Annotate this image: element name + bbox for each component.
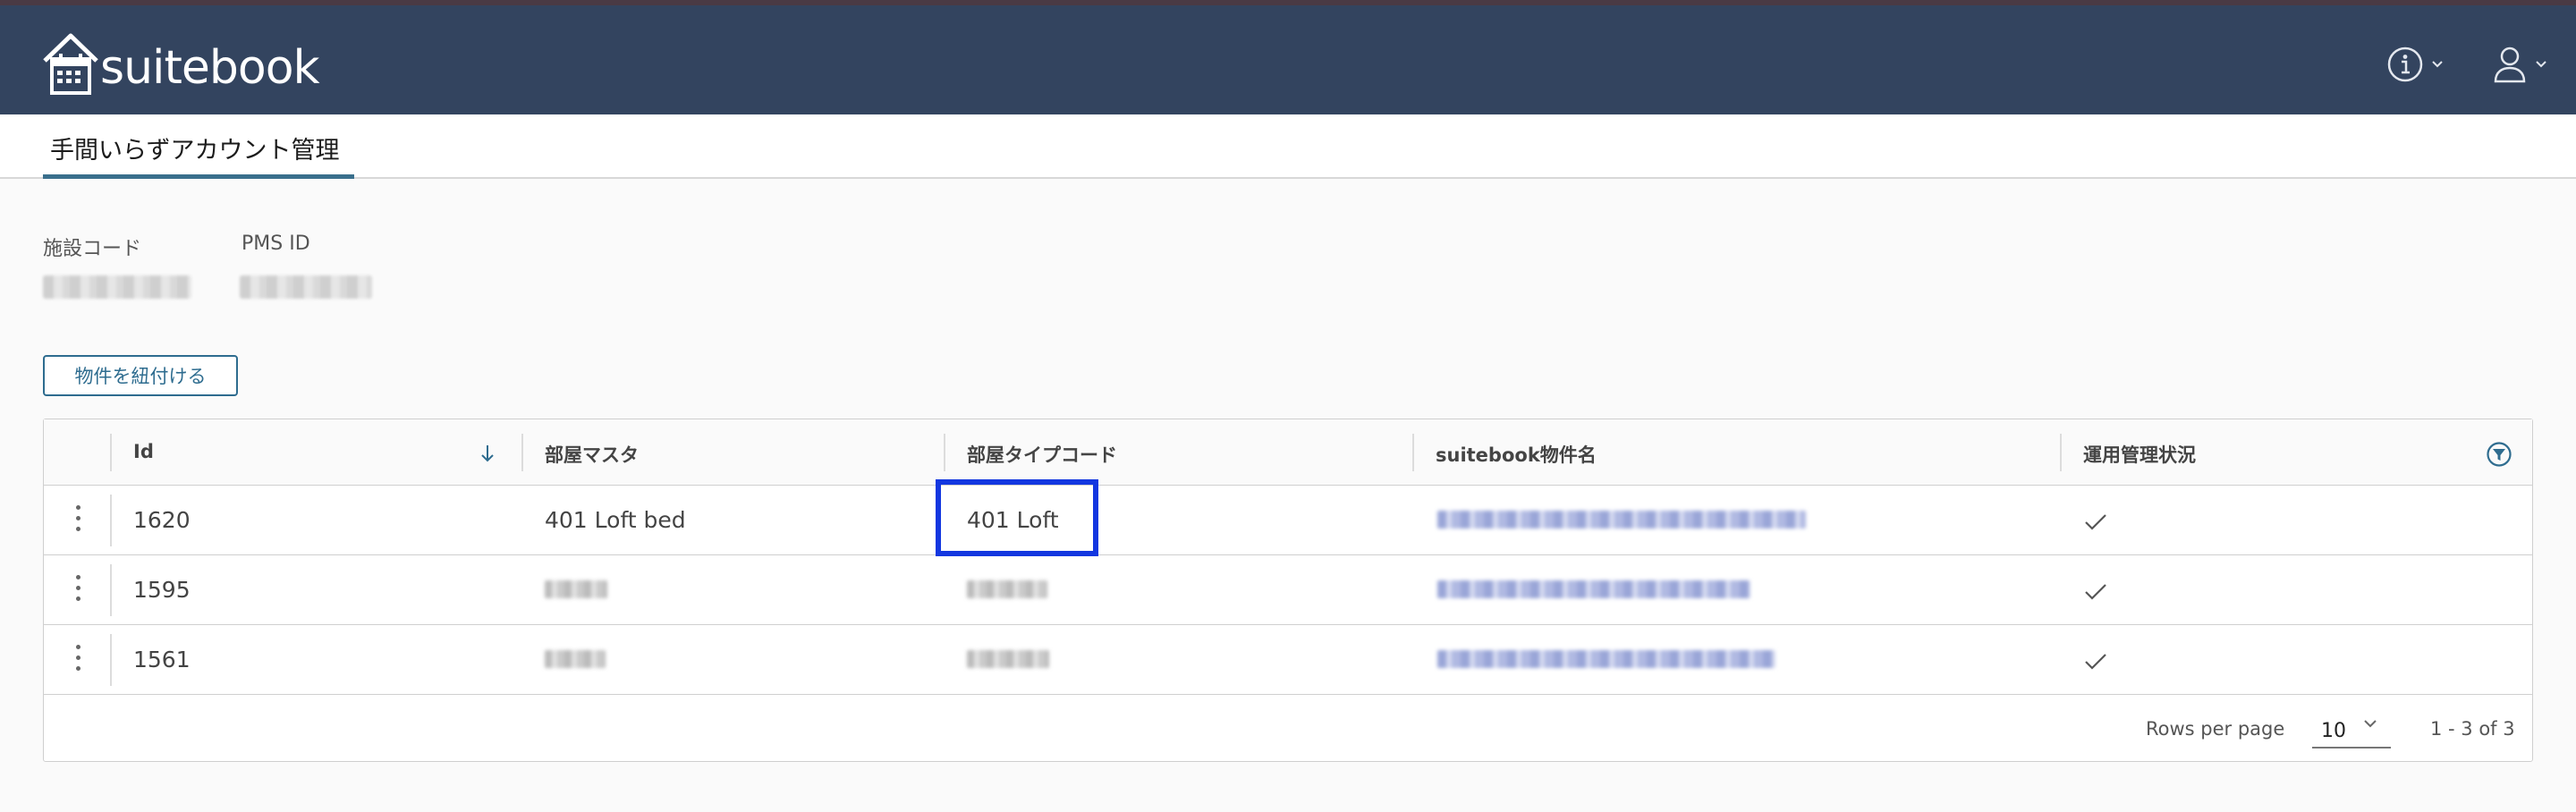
user-menu-button[interactable] — [2492, 41, 2547, 88]
chevron-down-icon — [2432, 61, 2443, 68]
brand-name: suitebook — [100, 41, 320, 95]
rows-per-page-select[interactable]: 10 — [2312, 709, 2391, 749]
kebab-menu-icon[interactable] — [74, 645, 81, 677]
chevron-down-icon — [2364, 720, 2377, 728]
tab-bar: 手間いらずアカウント管理 — [0, 114, 2576, 179]
grid-footer: Rows per page 10 1 - 3 of 3 — [44, 697, 2532, 761]
home-calendar-logo-icon — [43, 33, 98, 95]
cell-id: 1620 — [133, 507, 191, 533]
column-separator — [110, 564, 112, 616]
table-row[interactable]: 1595 — [44, 555, 2532, 625]
data-grid: Id 部屋マスタ 部屋タイプコード suitebook物件名 運用管理状況 16… — [43, 419, 2533, 762]
grid-header: Id 部屋マスタ 部屋タイプコード suitebook物件名 運用管理状況 — [44, 419, 2532, 486]
column-header-room-master[interactable]: 部屋マスタ — [545, 441, 639, 468]
column-separator[interactable] — [521, 434, 523, 471]
cell-room-master: 401 Loft bed — [545, 507, 686, 533]
link-property-button[interactable]: 物件を紐付ける — [43, 355, 238, 396]
column-separator[interactable] — [944, 434, 945, 471]
app-header: suitebook — [0, 5, 2576, 114]
info-menu-button[interactable] — [2386, 41, 2444, 88]
cell-property-name[interactable] — [1437, 511, 1806, 529]
cell-id: 1561 — [133, 647, 191, 672]
column-header-property-name[interactable]: suitebook物件名 — [1436, 441, 1597, 468]
cell-room-master — [545, 650, 606, 668]
rows-per-page-label: Rows per page — [2146, 718, 2285, 740]
column-separator — [110, 634, 112, 686]
table-row[interactable]: 1620 401 Loft bed 401 Loft — [44, 486, 2532, 555]
cell-property-name[interactable] — [1437, 650, 1775, 668]
pagination-range: 1 - 3 of 3 — [2430, 718, 2515, 740]
column-separator — [110, 495, 112, 546]
cell-property-name[interactable] — [1437, 580, 1750, 598]
tab-account-management[interactable]: 手間いらずアカウント管理 — [43, 114, 354, 179]
kebab-menu-icon[interactable] — [74, 505, 81, 537]
pms-id-label: PMS ID — [242, 233, 310, 255]
facility-code-label: 施設コード — [43, 238, 142, 260]
column-header-room-type-code[interactable]: 部屋タイプコード — [967, 441, 1117, 468]
cell-room-type-code: 401 Loft — [967, 507, 1059, 533]
filter-icon[interactable] — [2486, 441, 2512, 468]
check-icon — [2085, 514, 2106, 530]
rows-per-page-value: 10 — [2321, 720, 2346, 742]
column-separator[interactable] — [2060, 434, 2062, 471]
cell-room-master — [545, 580, 607, 598]
brand-logo[interactable]: suitebook — [41, 23, 320, 95]
kebab-menu-icon[interactable] — [74, 575, 81, 607]
pms-id-value — [240, 275, 372, 299]
check-icon — [2085, 654, 2106, 670]
check-icon — [2085, 584, 2106, 600]
column-header-id[interactable]: Id — [133, 441, 154, 462]
cell-room-type-code — [967, 580, 1047, 598]
chevron-down-icon — [2536, 61, 2546, 68]
user-icon — [2494, 47, 2526, 83]
column-separator[interactable] — [1412, 434, 1414, 471]
info-icon — [2387, 47, 2423, 82]
table-row[interactable]: 1561 — [44, 625, 2532, 695]
cell-room-type-code — [967, 650, 1049, 668]
column-header-status[interactable]: 運用管理状況 — [2083, 441, 2196, 468]
cell-id: 1595 — [133, 577, 191, 603]
column-separator[interactable] — [110, 434, 112, 471]
facility-code-value — [43, 275, 191, 299]
sort-arrow-down-icon[interactable] — [479, 443, 496, 464]
